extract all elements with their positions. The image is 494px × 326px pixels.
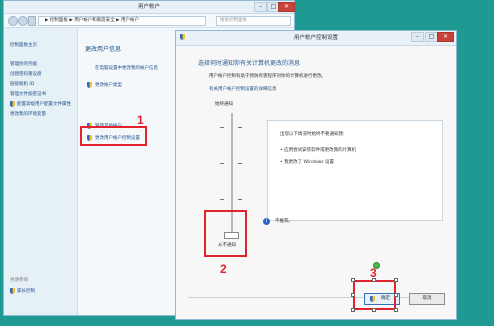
back-arrow-icon[interactable] <box>8 16 18 26</box>
close-button[interactable]: ✕ <box>437 32 454 42</box>
slider-tick <box>238 199 242 200</box>
rotate-handle-icon <box>373 262 380 269</box>
uac-description: 用户帐户控制有助于预防有害程序对你的计算机进行更改。 <box>209 74 326 79</box>
uac-settings-window: 用户帐户控制设置 – □ ✕ 选择何时通知你有关计算机更改的消息 用户帐户控制有… <box>175 30 457 320</box>
forward-arrow-icon[interactable] <box>18 16 28 26</box>
divider <box>188 297 444 298</box>
main-heading: 更改用户信息 <box>85 46 122 53</box>
not-recommended-note: 不推荐。 <box>275 219 293 224</box>
slider-tick <box>238 163 242 164</box>
info-heading: 出现以下情况时始终不要通知我: <box>280 132 345 137</box>
bullet-text: 应用尝试安装软件或更改我的计算机 <box>284 148 357 153</box>
title-bar: 用户帐户 – □ ✕ <box>4 1 295 14</box>
info-icon: i <box>263 218 270 225</box>
sidebar-item-profile-props[interactable]: 配置高级用户配置文件属性 <box>10 101 71 107</box>
uac-heading: 选择何时通知你有关计算机更改的消息 <box>198 60 301 67</box>
cancel-button[interactable]: 取消 <box>409 293 445 305</box>
sidebar-item-label: 配置高级用户配置文件属性 <box>17 102 71 107</box>
slider-tick <box>220 127 224 128</box>
minimize-button[interactable]: – <box>411 32 424 42</box>
info-bullet: • 我更改了 Windows 设置 <box>280 160 335 165</box>
sidebar-item-credentials[interactable]: 管理你的凭据 <box>10 61 37 67</box>
close-button[interactable]: ✕ <box>278 2 295 12</box>
sidebar: 控制面板主页 管理你的凭据 创建密码重设盘 链接联机 ID 管理文件加密证书 配… <box>4 28 78 315</box>
slider-tick <box>220 199 224 200</box>
shield-icon <box>87 82 92 88</box>
info-box: 出现以下情况时始终不要通知我: • 应用尝试安装软件或更改我的计算机 • 我更改… <box>267 120 443 221</box>
title-bar: 用户帐户控制设置 – □ ✕ <box>176 31 456 46</box>
change-account-type-link[interactable]: 更改帐户类型 <box>87 82 122 88</box>
up-arrow-icon[interactable] <box>28 16 36 26</box>
slider-tick <box>238 127 242 128</box>
shield-icon <box>10 288 15 294</box>
sidebar-item-reset-disk[interactable]: 创建密码重设盘 <box>10 71 42 77</box>
pc-settings-link[interactable]: 在电脑设置中更改我的帐户信息 <box>95 65 158 71</box>
minimize-button[interactable]: – <box>254 2 267 12</box>
resize-handle <box>351 308 355 312</box>
link-label: 更改帐户类型 <box>95 83 122 88</box>
resize-handle <box>351 293 355 297</box>
window-title: 用户帐户 <box>137 4 160 10</box>
sidebar-item-online-id[interactable]: 链接联机 ID <box>10 81 34 87</box>
sidebar-item-env-vars[interactable]: 更改我的环境变量 <box>10 111 46 117</box>
resize-handle <box>372 308 376 312</box>
sidebar-item-encryption[interactable]: 管理文件加密证书 <box>10 91 46 97</box>
uac-content: 选择何时通知你有关计算机更改的消息 用户帐户控制有助于预防有害程序对你的计算机进… <box>188 56 444 319</box>
resize-handle <box>372 278 376 282</box>
highlight-slider <box>204 210 247 257</box>
bullet-text: 我更改了 Windows 设置 <box>284 160 335 165</box>
slider-top-label: 始终通知 <box>215 102 233 107</box>
search-input[interactable]: 搜索控制面板 <box>216 16 291 26</box>
address-row: ▶ 控制面板 ▶ 用户帐户和家庭安全 ▶ 用户帐户 搜索控制面板 <box>4 14 294 28</box>
resize-handle <box>394 293 398 297</box>
sidebar-item-parental-controls[interactable]: 家长控制 <box>10 288 35 294</box>
resize-handle <box>394 308 398 312</box>
highlight-ok-button <box>353 280 396 310</box>
slider-tick <box>220 163 224 164</box>
sidebar-item-label: 家长控制 <box>17 289 35 294</box>
step-2-number: 2 <box>220 262 227 276</box>
shield-icon <box>10 101 15 107</box>
address-bar[interactable]: ▶ 控制面板 ▶ 用户帐户和家庭安全 ▶ 用户帐户 <box>38 16 206 26</box>
highlight-uac-link <box>80 126 147 146</box>
sidebar-item-home[interactable]: 控制面板主页 <box>10 42 37 48</box>
step-1-number: 1 <box>137 113 144 127</box>
resize-handle <box>394 278 398 282</box>
info-bullet: • 应用尝试安装软件或更改我的计算机 <box>280 148 357 153</box>
resize-handle <box>351 278 355 282</box>
see-also-label: 另请参阅 <box>10 278 28 283</box>
learn-more-link[interactable]: 有关用户帐户控制设置的详细信息 <box>209 86 277 92</box>
